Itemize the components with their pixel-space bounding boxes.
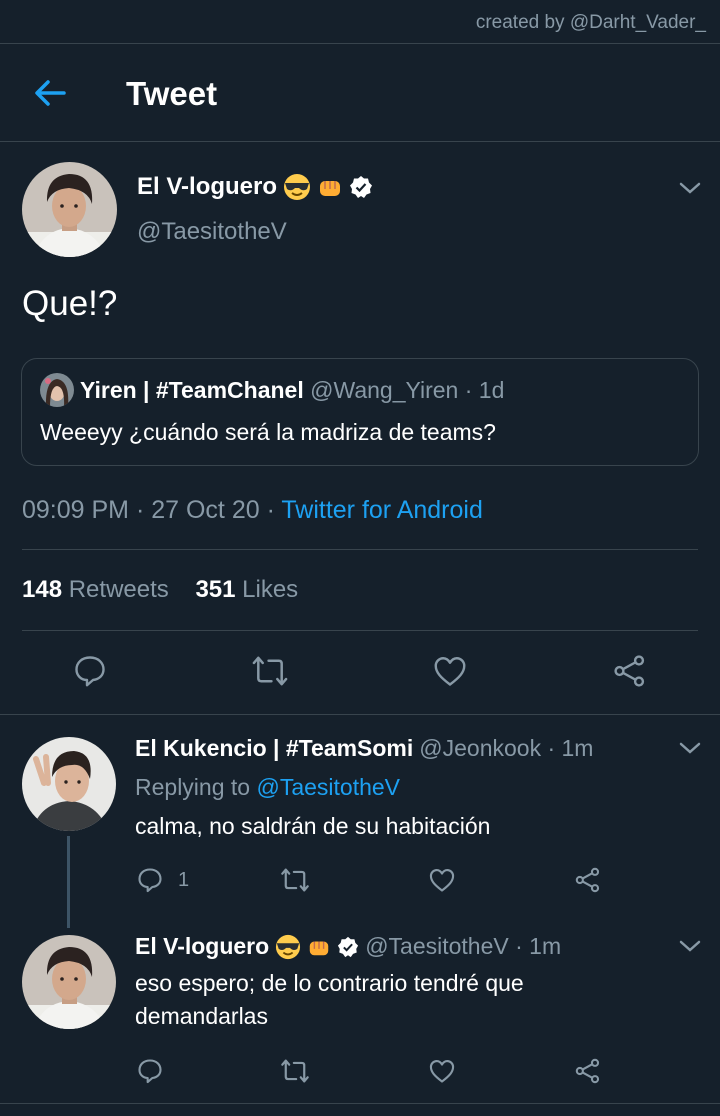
header-bar: Tweet xyxy=(0,44,720,142)
retweet-icon[interactable] xyxy=(280,866,310,899)
tweet-source-link[interactable]: Twitter for Android xyxy=(281,496,482,524)
retweet-icon[interactable] xyxy=(251,653,289,694)
thread-line xyxy=(67,836,70,928)
replying-to-mention[interactable]: @TaesitotheV xyxy=(256,774,400,800)
reply-text: eso espero; de lo contrario tendré que d… xyxy=(135,967,524,1033)
share-icon[interactable] xyxy=(574,866,602,899)
fist-emoji-icon xyxy=(309,940,329,955)
page-title: Tweet xyxy=(126,75,218,112)
divider xyxy=(22,630,698,631)
tweet-timestamp: 09:09 PM · 27 Oct 20 · xyxy=(22,496,282,524)
like-heart-icon[interactable] xyxy=(432,653,468,694)
sunglasses-emoji-icon xyxy=(276,934,301,959)
avatar[interactable] xyxy=(22,737,116,831)
verified-badge-icon xyxy=(338,936,359,957)
tweet-text: Que!? xyxy=(22,284,118,323)
quoted-avatar xyxy=(40,373,74,407)
quoted-name: Yiren | #TeamChanel xyxy=(80,377,304,403)
chevron-down-icon[interactable] xyxy=(679,180,701,196)
author-name: El V-loguero xyxy=(137,173,373,201)
avatar[interactable] xyxy=(22,162,117,257)
quoted-header: Yiren | #TeamChanel @Wang_Yiren · 1d xyxy=(80,377,504,404)
chevron-down-icon[interactable] xyxy=(679,938,701,954)
quoted-text: Weeeyy ¿cuándo será la madriza de teams? xyxy=(40,419,496,445)
section-divider xyxy=(0,714,720,715)
chevron-down-icon[interactable] xyxy=(679,740,701,756)
fist-emoji-icon xyxy=(320,181,341,196)
reply-header: El V-loguero @TaesitotheV · 1m xyxy=(135,933,561,960)
like-heart-icon[interactable] xyxy=(428,1057,456,1090)
sunglasses-emoji-icon xyxy=(284,174,311,200)
reply-count: 1 xyxy=(178,869,190,891)
reply-author-name: El Kukencio | #TeamSomi xyxy=(135,735,414,761)
reply-text-line: demandarlas xyxy=(135,1003,268,1029)
share-icon[interactable] xyxy=(574,1057,602,1090)
retweets-count[interactable]: 148 xyxy=(22,576,62,603)
reply-icon[interactable] xyxy=(72,653,108,694)
tweet-meta: 09:09 PM · 27 Oct 20 · Twitter for Andro… xyxy=(22,496,483,525)
avatar[interactable] xyxy=(22,935,116,1029)
quoted-handle: @Wang_Yiren · 1d xyxy=(310,377,505,403)
likes-count[interactable]: 351 xyxy=(195,576,235,603)
retweet-icon[interactable] xyxy=(280,1057,310,1090)
divider xyxy=(0,1103,720,1104)
likes-label[interactable]: Likes xyxy=(242,576,298,603)
tweet-stats: 148 Retweets 351 Likes xyxy=(22,576,298,604)
author-handle: @TaesitotheV xyxy=(137,218,287,245)
reply-icon[interactable] xyxy=(136,866,164,899)
replying-to: Replying to @TaesitotheV xyxy=(135,774,400,801)
reply-text: calma, no saldrán de su habitación xyxy=(135,813,491,839)
reply-author-handle: @Jeonkook · 1m xyxy=(419,735,594,761)
reply-header: El Kukencio | #TeamSomi @Jeonkook · 1m xyxy=(135,735,593,762)
reply-icon[interactable] xyxy=(136,1057,164,1090)
author-name-text: El V-loguero xyxy=(137,173,278,200)
divider xyxy=(22,549,698,550)
reply-text-line: eso espero; de lo contrario tendré que xyxy=(135,970,524,996)
like-heart-icon[interactable] xyxy=(428,866,456,899)
share-icon[interactable] xyxy=(612,653,648,694)
quoted-tweet[interactable]: Yiren | #TeamChanel @Wang_Yiren · 1d Wee… xyxy=(21,358,699,466)
verified-badge-icon xyxy=(350,176,373,198)
replying-to-prefix: Replying to xyxy=(135,774,257,800)
back-arrow-icon[interactable] xyxy=(30,76,70,110)
reply-author-handle: @TaesitotheV · 1m xyxy=(365,933,562,959)
reply-author-name: El V-loguero xyxy=(135,933,270,959)
retweets-label[interactable]: Retweets xyxy=(69,576,169,603)
credit-watermark: created by @Darht_Vader_ xyxy=(475,12,706,33)
